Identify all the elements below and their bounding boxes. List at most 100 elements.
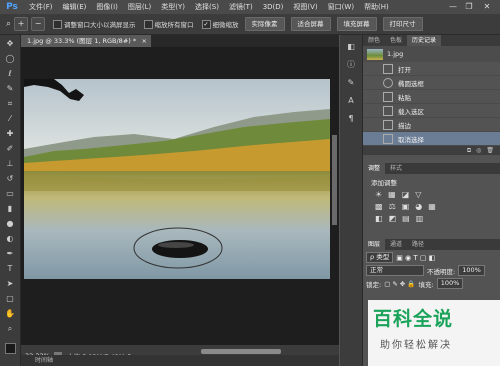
curves-icon[interactable]: ◪ — [402, 190, 410, 199]
filter-icons[interactable]: ▣ ◉ T ▢ ◧ — [396, 254, 435, 262]
exposure-icon[interactable]: ▽ — [415, 190, 421, 199]
path-select-tool-icon[interactable]: ➤ — [3, 278, 17, 290]
tab-channels[interactable]: 通道 — [385, 239, 407, 250]
tools-panel: ✥ ◯ ℓ ✎ ⌗ ⁄ ✚ ✐ ⊥ ↺ ▭ ▮ ● ◐ ✒ T ➤ ▢ ✋ ⌕ — [0, 35, 21, 366]
vibrance-icon[interactable]: ▩ — [375, 202, 383, 211]
opacity-input[interactable]: 100% — [458, 265, 485, 276]
menu-help[interactable]: 帮助(H) — [359, 2, 394, 12]
delete-icon[interactable]: 🗑 — [486, 147, 494, 154]
move-tool-icon[interactable]: ✥ — [3, 38, 17, 50]
marquee-tool-icon[interactable]: ◯ — [3, 53, 17, 65]
photo-filter-icon[interactable]: ◕ — [415, 202, 422, 211]
paragraph-panel-icon[interactable]: ¶ — [344, 113, 358, 125]
zoom-in-button[interactable]: + — [14, 17, 29, 31]
shape-tool-icon[interactable]: ▢ — [3, 293, 17, 305]
document-tab[interactable]: 1.jpg @ 33.3% (图层 1, RGB/8#) * × — [21, 35, 151, 47]
hand-tool-icon[interactable]: ✋ — [3, 308, 17, 320]
quick-select-tool-icon[interactable]: ✎ — [3, 83, 17, 95]
menu-filter[interactable]: 滤镜(T) — [224, 2, 258, 12]
menu-type[interactable]: 类型(Y) — [156, 2, 190, 12]
tab-paths[interactable]: 路径 — [407, 239, 429, 250]
scrubby-zoom-checkbox[interactable]: ✓ — [201, 19, 211, 29]
color-balance-icon[interactable]: ⚖ — [389, 202, 396, 211]
history-item-selected[interactable]: 取消选择 — [363, 132, 500, 146]
clone-stamp-tool-icon[interactable]: ⊥ — [3, 158, 17, 170]
menu-3d[interactable]: 3D(D) — [258, 3, 289, 11]
zoom-tool-icon-left[interactable]: ⌕ — [3, 323, 17, 335]
gradient-map-icon[interactable]: ▥ — [416, 214, 424, 223]
close-document-icon[interactable]: × — [142, 35, 147, 47]
menu-file[interactable]: 文件(F) — [24, 2, 58, 12]
invert-icon[interactable]: ◧ — [375, 214, 383, 223]
fill-input[interactable]: 100% — [436, 278, 464, 289]
menu-image[interactable]: 图像(I) — [91, 2, 123, 12]
snapshot-icon[interactable]: ◎ — [476, 147, 481, 154]
close-window-button[interactable]: ✕ — [480, 1, 494, 12]
layer-kind-filter[interactable]: ρ 类型 — [366, 252, 394, 263]
menu-select[interactable]: 选择(S) — [190, 2, 224, 12]
timeline-bar[interactable]: 时间轴 — [21, 355, 339, 366]
eyedropper-tool-icon[interactable]: ⁄ — [3, 113, 17, 125]
crop-tool-icon[interactable]: ⌗ — [3, 98, 17, 110]
dodge-tool-icon[interactable]: ◐ — [3, 233, 17, 245]
black-white-icon[interactable]: ▣ — [402, 202, 410, 211]
vertical-scrollbar[interactable] — [332, 135, 337, 225]
zoom-out-button[interactable]: − — [31, 17, 46, 31]
history-item[interactable]: 粘贴 — [363, 90, 500, 104]
menu-edit[interactable]: 编辑(E) — [58, 2, 92, 12]
menu-window[interactable]: 窗口(W) — [323, 2, 359, 12]
tab-layers[interactable]: 图层 — [363, 239, 386, 250]
minimize-button[interactable]: — — [446, 1, 460, 12]
type-tool-icon[interactable]: T — [3, 263, 17, 275]
print-size-button[interactable]: 打印尺寸 — [382, 17, 423, 31]
brush-tool-icon[interactable]: ✐ — [3, 143, 17, 155]
history-brush-tool-icon[interactable]: ↺ — [3, 173, 17, 185]
lasso-tool-icon[interactable]: ℓ — [3, 68, 17, 80]
history-item[interactable]: 椭圆选框 — [363, 76, 500, 90]
gradient-tool-icon[interactable]: ▮ — [3, 203, 17, 215]
fill-screen-button[interactable]: 填充屏幕 — [336, 17, 377, 31]
character-panel-icon[interactable]: A — [344, 95, 358, 107]
zoom-tool-icon[interactable]: ⌕ — [6, 19, 11, 29]
color-swatch-icon[interactable] — [4, 343, 16, 354]
zoom-all-option[interactable]: 缩放所有窗口 — [143, 19, 194, 29]
healing-tool-icon[interactable]: ✚ — [3, 128, 17, 140]
resize-windows-option[interactable]: 调整窗口大小以满屏显示 — [53, 19, 136, 29]
history-item[interactable]: 载入选区 — [363, 104, 500, 118]
resize-windows-checkbox[interactable] — [53, 19, 63, 29]
channel-mixer-icon[interactable]: ▦ — [428, 202, 436, 211]
tab-color[interactable]: 颜色 — [363, 35, 385, 46]
zoom-all-checkbox[interactable] — [143, 19, 153, 29]
lock-icons[interactable]: ▢ ✎ ✥ 🔒 — [384, 280, 415, 288]
brightness-icon[interactable]: ☀ — [375, 190, 382, 199]
actual-pixels-button[interactable]: 实际像素 — [244, 17, 285, 31]
tab-adjustments[interactable]: 调整 — [363, 163, 386, 174]
posterize-icon[interactable]: ◩ — [389, 214, 397, 223]
info-panel-icon[interactable]: ⓘ — [344, 59, 358, 71]
blend-mode-select[interactable]: 正常 — [366, 265, 424, 276]
canvas[interactable] — [21, 47, 339, 345]
menu-view[interactable]: 视图(V) — [288, 2, 322, 12]
horizontal-scrollbar[interactable] — [201, 349, 281, 354]
opacity-label: 不透明度: — [427, 267, 456, 276]
history-item-label: 载入选区 — [398, 107, 424, 116]
levels-icon[interactable]: ▦ — [388, 190, 396, 199]
tab-swatches[interactable]: 色板 — [385, 35, 407, 46]
tab-history[interactable]: 历史记录 — [407, 35, 442, 46]
fit-screen-button[interactable]: 适合屏幕 — [290, 17, 331, 31]
tab-styles[interactable]: 样式 — [385, 163, 407, 174]
menu-layer[interactable]: 图层(L) — [123, 2, 156, 12]
eraser-tool-icon[interactable]: ▭ — [3, 188, 17, 200]
history-item[interactable]: 描边 — [363, 118, 500, 132]
layer-filter-row: ρ 类型 ▣ ◉ T ▢ ◧ — [363, 250, 500, 263]
new-document-icon[interactable]: ⧉ — [467, 147, 471, 155]
history-panel-icon[interactable]: ◧ — [344, 41, 358, 53]
threshold-icon[interactable]: ▤ — [402, 214, 410, 223]
history-item[interactable]: 打开 — [363, 62, 500, 76]
history-snapshot[interactable]: 1.jpg — [363, 46, 500, 62]
brush-panel-icon[interactable]: ✎ — [344, 77, 358, 89]
scrubby-zoom-option[interactable]: ✓ 细微缩放 — [201, 19, 239, 29]
restore-button[interactable]: ❐ — [462, 1, 476, 12]
blur-tool-icon[interactable]: ● — [3, 218, 17, 230]
pen-tool-icon[interactable]: ✒ — [3, 248, 17, 260]
